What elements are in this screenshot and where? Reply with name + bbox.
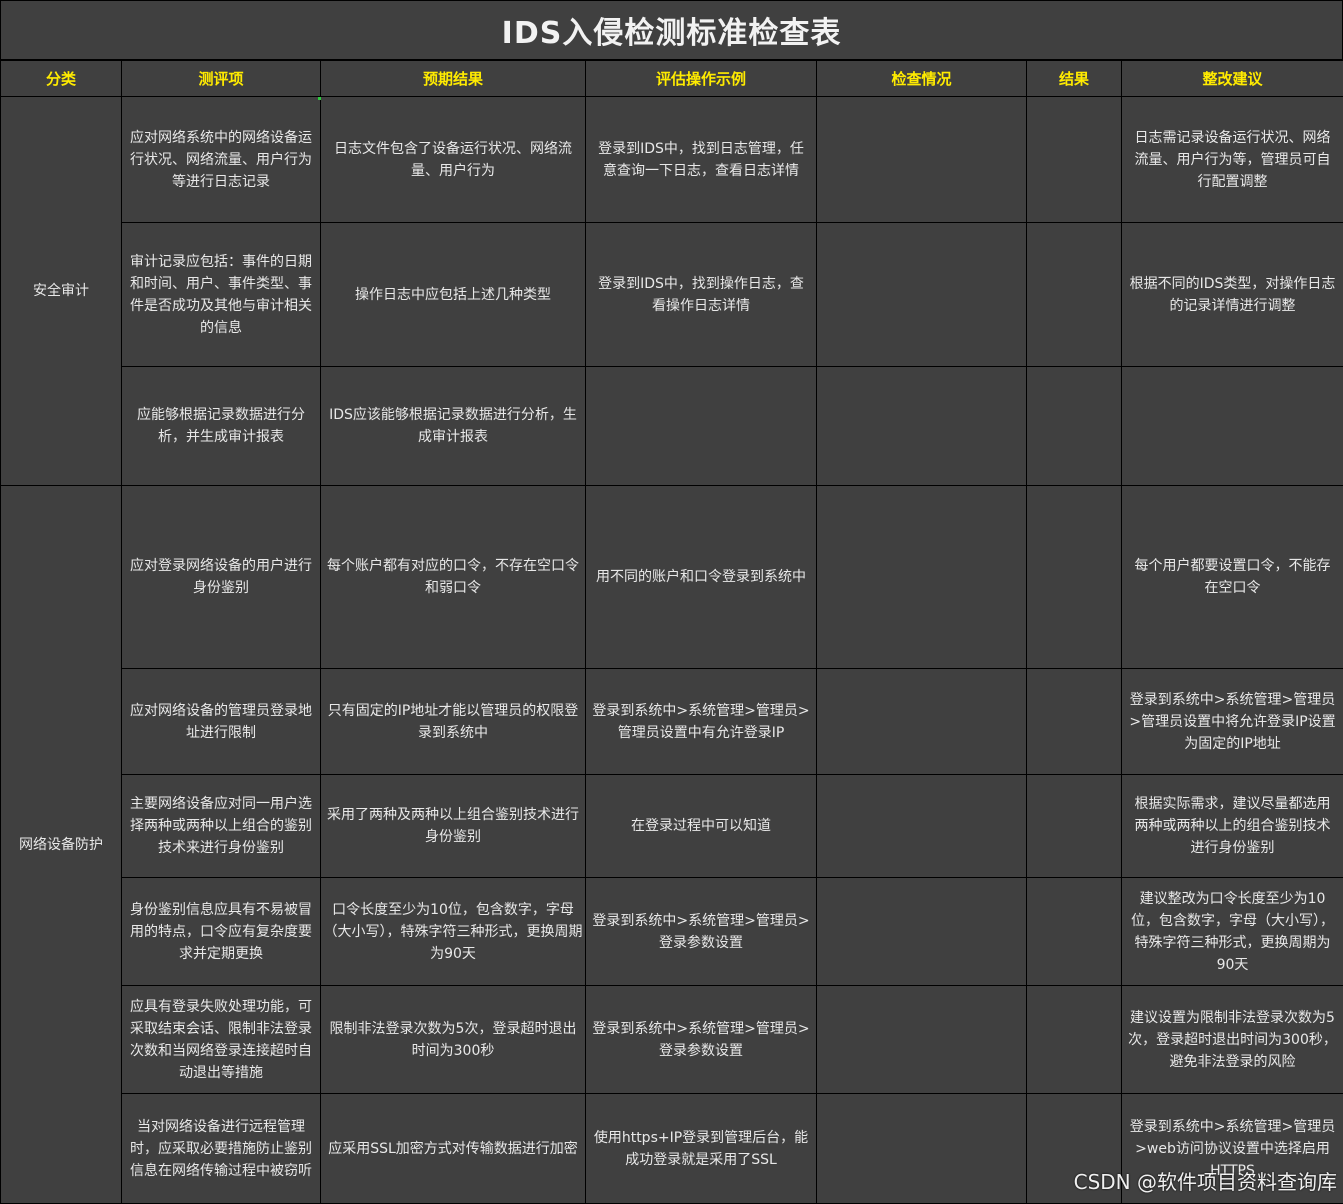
category-device-protection: 网络设备防护: [1, 486, 122, 1204]
cell-selection-marker: [318, 97, 321, 100]
check-cell[interactable]: [817, 878, 1027, 986]
check-cell[interactable]: [817, 223, 1027, 367]
suggestion-cell: 建议整改为口令长度至少为10位，包含数字，字母（大小写），特殊字符三种形式，更换…: [1122, 878, 1343, 986]
result-cell[interactable]: [1027, 878, 1122, 986]
item-cell: 应对登录网络设备的用户进行身份鉴别: [122, 486, 321, 669]
table-row: 应能够根据记录数据进行分析，并生成审计报表 IDS应该能够根据记录数据进行分析，…: [1, 367, 1343, 486]
table-row: 应对网络设备的管理员登录地址进行限制 只有固定的IP地址才能以管理员的权限登录到…: [1, 669, 1343, 775]
suggestion-cell: 每个用户都要设置口令，不能存在空口令: [1122, 486, 1343, 669]
check-cell[interactable]: [817, 986, 1027, 1094]
checklist-table: 分类 测评项 预期结果 评估操作示例 检查情况 结果 整改建议 安全审计 应对网…: [0, 60, 1343, 1204]
item-cell: 应对网络系统中的网络设备运行状况、网络流量、用户行为等进行日志记录: [122, 97, 321, 223]
expected-cell: 限制非法登录次数为5次，登录超时退出时间为300秒: [321, 986, 586, 1094]
header-item: 测评项: [122, 61, 321, 97]
suggestion-cell: 根据实际需求，建议尽量都选用两种或两种以上的组合鉴别技术进行身份鉴别: [1122, 775, 1343, 878]
expected-cell: 每个账户都有对应的口令，不存在空口令和弱口令: [321, 486, 586, 669]
watermark: CSDN @软件项目资料查询库: [1074, 1166, 1337, 1195]
expected-cell: 口令长度至少为10位，包含数字，字母（大小写），特殊字符三种形式，更换周期为90…: [321, 878, 586, 986]
table-row: 主要网络设备应对同一用户选择两种或两种以上组合的鉴别技术来进行身份鉴别 采用了两…: [1, 775, 1343, 878]
item-cell: 应能够根据记录数据进行分析，并生成审计报表: [122, 367, 321, 486]
result-cell[interactable]: [1027, 97, 1122, 223]
header-expected: 预期结果: [321, 61, 586, 97]
expected-cell: IDS应该能够根据记录数据进行分析，生成审计报表: [321, 367, 586, 486]
result-cell[interactable]: [1027, 223, 1122, 367]
header-operation: 评估操作示例: [586, 61, 817, 97]
item-cell: 审计记录应包括：事件的日期和时间、用户、事件类型、事件是否成功及其他与审计相关的…: [122, 223, 321, 367]
operation-cell: 在登录过程中可以知道: [586, 775, 817, 878]
suggestion-cell: 日志需记录设备运行状况、网络流量、用户行为等，管理员可自行配置调整: [1122, 97, 1343, 223]
check-cell[interactable]: [817, 486, 1027, 669]
table-row: 安全审计 应对网络系统中的网络设备运行状况、网络流量、用户行为等进行日志记录 日…: [1, 97, 1343, 223]
operation-cell: 登录到系统中>系统管理>管理员>管理员设置中有允许登录IP: [586, 669, 817, 775]
operation-cell: [586, 367, 817, 486]
header-check: 检查情况: [817, 61, 1027, 97]
item-cell: 应对网络设备的管理员登录地址进行限制: [122, 669, 321, 775]
result-cell[interactable]: [1027, 486, 1122, 669]
expected-cell: 采用了两种及两种以上组合鉴别技术进行身份鉴别: [321, 775, 586, 878]
check-cell[interactable]: [817, 775, 1027, 878]
item-cell: 身份鉴别信息应具有不易被冒用的特点，口令应有复杂度要求并定期更换: [122, 878, 321, 986]
check-cell[interactable]: [817, 669, 1027, 775]
suggestion-cell: [1122, 367, 1343, 486]
result-cell[interactable]: [1027, 986, 1122, 1094]
suggestion-cell: 建议设置为限制非法登录次数为5次，登录超时退出时间为300秒，避免非法登录的风险: [1122, 986, 1343, 1094]
result-cell[interactable]: [1027, 669, 1122, 775]
header-result: 结果: [1027, 61, 1122, 97]
check-cell[interactable]: [817, 367, 1027, 486]
result-cell[interactable]: [1027, 367, 1122, 486]
check-cell[interactable]: [817, 97, 1027, 223]
header-category: 分类: [1, 61, 122, 97]
operation-cell: 登录到IDS中，找到日志管理，任意查询一下日志，查看日志详情: [586, 97, 817, 223]
expected-cell: 应采用SSL加密方式对传输数据进行加密: [321, 1094, 586, 1204]
table-row: 网络设备防护 应对登录网络设备的用户进行身份鉴别 每个账户都有对应的口令，不存在…: [1, 486, 1343, 669]
suggestion-cell: 登录到系统中>系统管理>管理员>管理员设置中将允许登录IP设置为固定的IP地址: [1122, 669, 1343, 775]
table-row: 审计记录应包括：事件的日期和时间、用户、事件类型、事件是否成功及其他与审计相关的…: [1, 223, 1343, 367]
check-cell[interactable]: [817, 1094, 1027, 1204]
operation-cell: 登录到系统中>系统管理>管理员>登录参数设置: [586, 986, 817, 1094]
category-security-audit: 安全审计: [1, 97, 122, 486]
item-cell: 应具有登录失败处理功能，可采取结束会话、限制非法登录次数和当网络登录连接超时自动…: [122, 986, 321, 1094]
item-cell: 主要网络设备应对同一用户选择两种或两种以上组合的鉴别技术来进行身份鉴别: [122, 775, 321, 878]
header-suggestion: 整改建议: [1122, 61, 1343, 97]
table-row: 身份鉴别信息应具有不易被冒用的特点，口令应有复杂度要求并定期更换 口令长度至少为…: [1, 878, 1343, 986]
page-title: IDS入侵检测标准检查表: [0, 0, 1343, 60]
operation-cell: 登录到系统中>系统管理>管理员>登录参数设置: [586, 878, 817, 986]
expected-cell: 日志文件包含了设备运行状况、网络流量、用户行为: [321, 97, 586, 223]
table-row: 应具有登录失败处理功能，可采取结束会话、限制非法登录次数和当网络登录连接超时自动…: [1, 986, 1343, 1094]
operation-cell: 登录到IDS中，找到操作日志，查看操作日志详情: [586, 223, 817, 367]
expected-cell: 只有固定的IP地址才能以管理员的权限登录到系统中: [321, 669, 586, 775]
expected-cell: 操作日志中应包括上述几种类型: [321, 223, 586, 367]
header-row: 分类 测评项 预期结果 评估操作示例 检查情况 结果 整改建议: [1, 61, 1343, 97]
result-cell[interactable]: [1027, 775, 1122, 878]
operation-cell: 用不同的账户和口令登录到系统中: [586, 486, 817, 669]
item-cell: 当对网络设备进行远程管理时，应采取必要措施防止鉴别信息在网络传输过程中被窃听: [122, 1094, 321, 1204]
suggestion-cell: 根据不同的IDS类型，对操作日志的记录详情进行调整: [1122, 223, 1343, 367]
operation-cell: 使用https+IP登录到管理后台，能成功登录就是采用了SSL: [586, 1094, 817, 1204]
